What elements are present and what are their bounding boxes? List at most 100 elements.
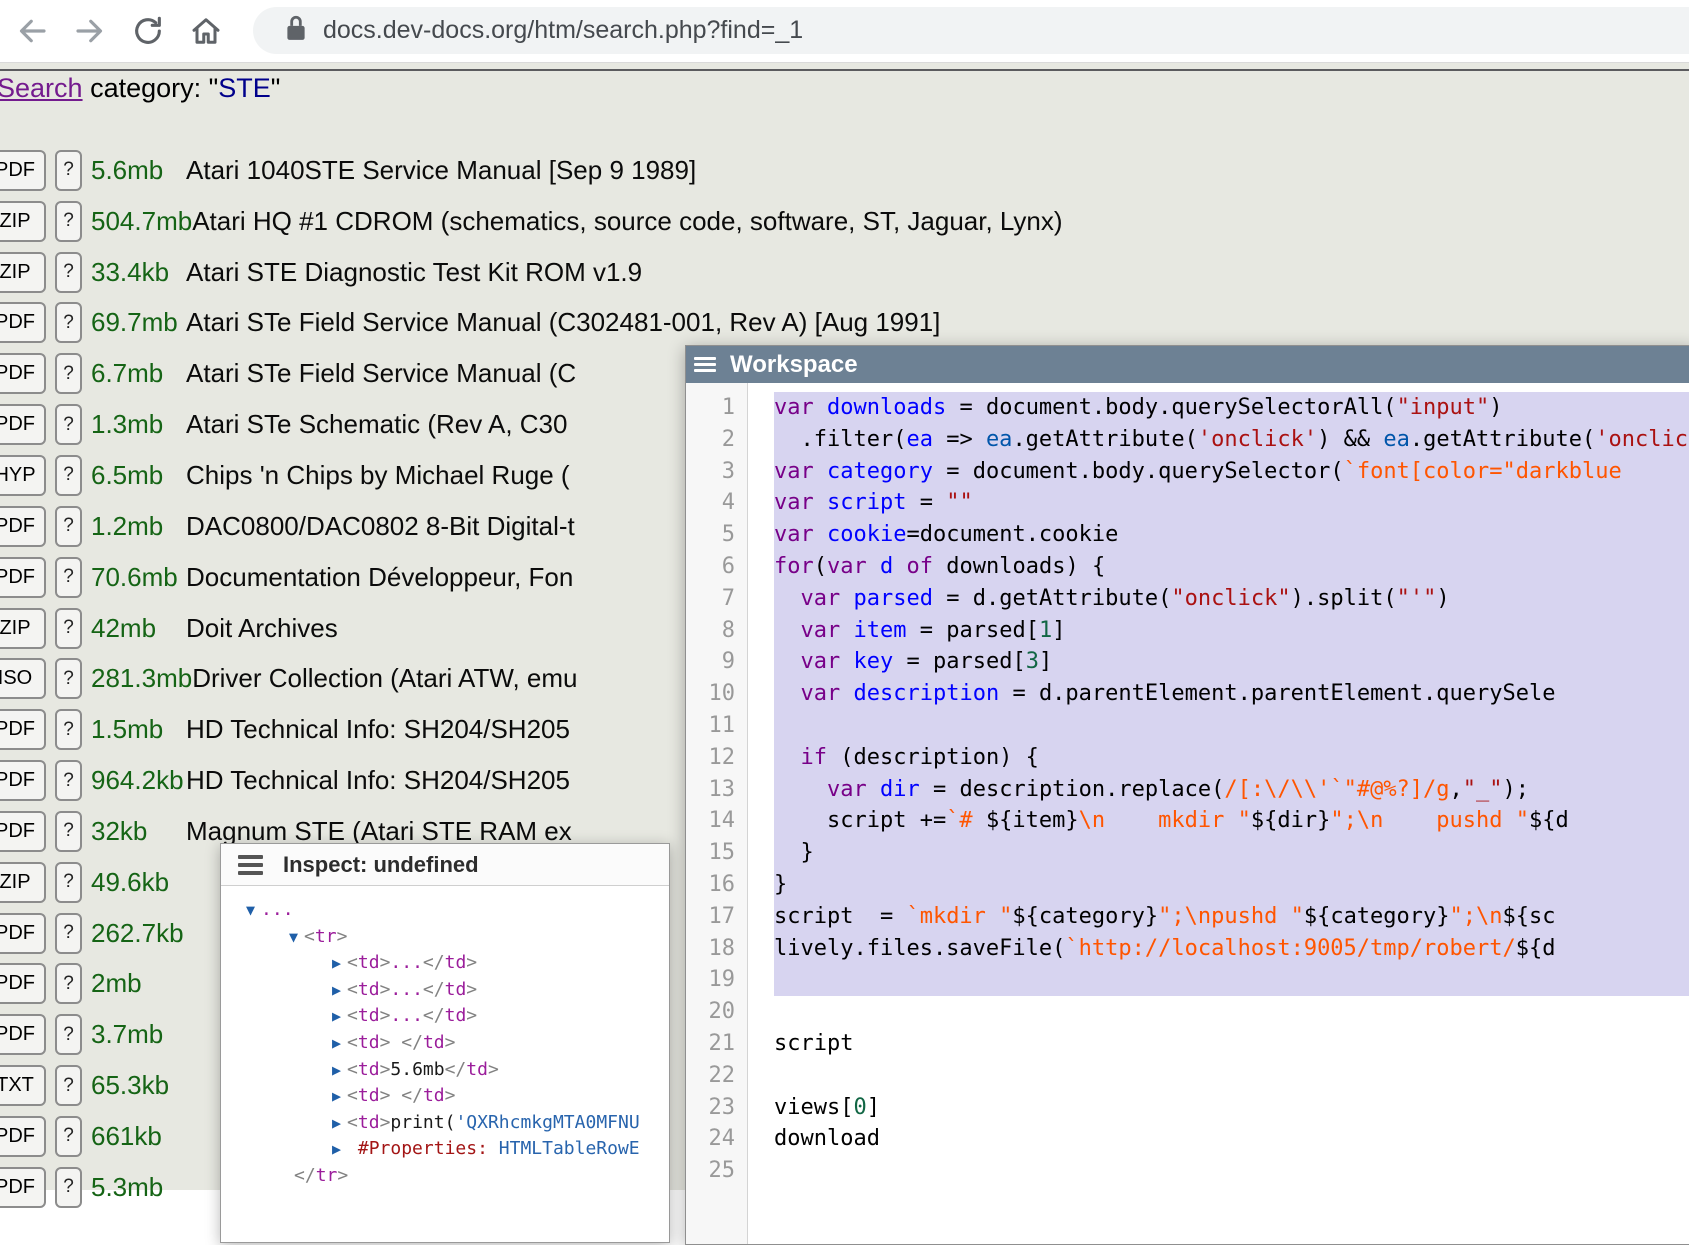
result-row: ZIP?33.4kbAtari STE Diagnostic Test Kit … — [0, 247, 1500, 298]
file-type-button[interactable]: PDF — [0, 506, 46, 547]
code-editor[interactable]: 1234567891011121314151617181920212223242… — [686, 383, 1689, 1244]
code-line[interactable]: download — [774, 1123, 1689, 1155]
file-size: 1.2mb — [91, 511, 186, 542]
code-line[interactable] — [774, 964, 1689, 996]
code-line[interactable]: if (description) { — [774, 742, 1689, 774]
dom-tree-node[interactable]: ▼... — [221, 897, 669, 924]
help-button[interactable]: ? — [55, 404, 82, 445]
code-line[interactable]: lively.files.saveFile(`http://localhost:… — [774, 933, 1689, 965]
code-line[interactable]: var item = parsed[1] — [774, 615, 1689, 647]
code-line[interactable]: .filter(ea => ea.getAttribute('onclick')… — [774, 424, 1689, 456]
help-button[interactable]: ? — [55, 709, 82, 750]
inspect-titlebar[interactable]: Inspect: undefined — [221, 844, 669, 886]
code-line[interactable]: var downloads = document.body.querySelec… — [774, 392, 1689, 424]
file-type-button[interactable]: ZIP — [0, 608, 46, 649]
help-button[interactable]: ? — [55, 862, 82, 903]
file-type-button[interactable]: ZIP — [0, 252, 46, 293]
line-number: 17 — [686, 901, 747, 933]
help-button[interactable]: ? — [55, 1014, 82, 1055]
help-button[interactable]: ? — [55, 963, 82, 1004]
file-type-button[interactable]: ISO — [0, 658, 46, 699]
home-button[interactable] — [188, 14, 224, 50]
code-line[interactable]: var dir = description.replace(/[:\/\\'`"… — [774, 774, 1689, 806]
help-button[interactable]: ? — [55, 353, 82, 394]
help-button[interactable]: ? — [55, 760, 82, 801]
file-type-button[interactable]: ZIP — [0, 862, 46, 903]
menu-icon[interactable] — [238, 855, 263, 875]
forward-button[interactable] — [72, 14, 108, 50]
file-type-button[interactable]: PDF — [0, 353, 46, 394]
dom-tree-node[interactable]: ▶<td> </td> — [221, 1083, 669, 1110]
code-line[interactable]: var key = parsed[3] — [774, 646, 1689, 678]
code-line[interactable]: script +=`# ${item}\n mkdir "${dir}";\n … — [774, 805, 1689, 837]
file-type-button[interactable]: PDF — [0, 913, 46, 954]
dom-tree-node[interactable]: ▶<td> </td> — [221, 1030, 669, 1057]
help-button[interactable]: ? — [55, 811, 82, 852]
help-button[interactable]: ? — [55, 658, 82, 699]
dom-tree-node[interactable]: ▼<tr> — [221, 924, 669, 951]
dom-tree-node[interactable]: ▶<td>print('QXRhcmkgMTA0MFNU — [221, 1110, 669, 1137]
file-type-button[interactable]: PDF — [0, 963, 46, 1004]
code-lines[interactable]: var downloads = document.body.querySelec… — [774, 383, 1689, 1244]
dom-tree-node[interactable]: ▶ #Properties: HTMLTableRowE — [221, 1136, 669, 1163]
back-button[interactable] — [14, 14, 50, 50]
url-text[interactable]: docs.dev-docs.org/htm/search.php?find=_1 — [323, 16, 803, 45]
file-type-button[interactable]: PDF — [0, 811, 46, 852]
help-button[interactable]: ? — [55, 1065, 82, 1106]
code-line[interactable]: var script = "" — [774, 487, 1689, 519]
file-type-button[interactable]: PDF — [0, 302, 46, 343]
file-type-button[interactable]: PDF — [0, 1167, 46, 1208]
file-type-button[interactable]: PDF — [0, 557, 46, 598]
tree-token: < — [304, 926, 315, 947]
code-line[interactable]: var cookie=document.cookie — [774, 519, 1689, 551]
help-button[interactable]: ? — [55, 201, 82, 242]
dom-tree-node[interactable]: ▶<td>...</td> — [221, 950, 669, 977]
code-line[interactable]: } — [774, 837, 1689, 869]
code-line[interactable] — [774, 996, 1689, 1028]
file-type-button[interactable]: ZIP — [0, 201, 46, 242]
help-button[interactable]: ? — [55, 1167, 82, 1208]
code-token — [840, 586, 853, 611]
help-button[interactable]: ? — [55, 913, 82, 954]
inspect-window[interactable]: Inspect: undefined ▼...▼<tr>▶<td>...</td… — [220, 843, 670, 1243]
help-button[interactable]: ? — [55, 252, 82, 293]
file-type-button[interactable]: PDF — [0, 404, 46, 445]
code-line[interactable] — [774, 710, 1689, 742]
search-link[interactable]: Search — [0, 73, 83, 103]
code-line[interactable]: script = `mkdir "${category}";\npushd "$… — [774, 901, 1689, 933]
help-button[interactable]: ? — [55, 455, 82, 496]
refresh-button[interactable] — [130, 14, 166, 50]
help-button[interactable]: ? — [55, 150, 82, 191]
code-line[interactable]: var category = document.body.querySelect… — [774, 456, 1689, 488]
tree-token: ... — [390, 952, 423, 973]
file-type-button[interactable]: HYP — [0, 455, 46, 496]
menu-icon[interactable] — [694, 357, 716, 372]
code-line[interactable]: views[0] — [774, 1092, 1689, 1124]
file-type-button[interactable]: PDF — [0, 709, 46, 750]
code-line[interactable] — [774, 1155, 1689, 1187]
help-button[interactable]: ? — [55, 557, 82, 598]
help-button[interactable]: ? — [55, 608, 82, 649]
file-type-button[interactable]: PDF — [0, 1014, 46, 1055]
code-line[interactable]: script — [774, 1028, 1689, 1060]
file-type-button[interactable]: PDF — [0, 150, 46, 191]
help-button[interactable]: ? — [55, 506, 82, 547]
file-type-button[interactable]: TXT — [0, 1065, 46, 1106]
code-line[interactable]: for(var d of downloads) { — [774, 551, 1689, 583]
dom-tree-node[interactable]: ▶<td>...</td> — [221, 977, 669, 1004]
code-line[interactable] — [774, 1060, 1689, 1092]
help-button[interactable]: ? — [55, 302, 82, 343]
file-type-button[interactable]: PDF — [0, 760, 46, 801]
code-line[interactable]: var description = d.parentElement.parent… — [774, 678, 1689, 710]
dom-tree-node[interactable]: ▶<td>...</td> — [221, 1003, 669, 1030]
file-type-button[interactable]: PDF — [0, 1116, 46, 1157]
workspace-titlebar[interactable]: Workspace — [686, 346, 1689, 383]
address-bar[interactable]: docs.dev-docs.org/htm/search.php?find=_1 — [253, 7, 1689, 54]
code-line[interactable]: } — [774, 869, 1689, 901]
tree-token: td — [445, 1005, 467, 1026]
workspace-window[interactable]: Workspace 123456789101112131415161718192… — [685, 345, 1689, 1245]
dom-tree-node[interactable]: ▶<td>5.6mb</td> — [221, 1057, 669, 1084]
code-line[interactable]: var parsed = d.getAttribute("onclick").s… — [774, 583, 1689, 615]
help-button[interactable]: ? — [55, 1116, 82, 1157]
dom-tree-node[interactable]: </tr> — [221, 1163, 669, 1190]
